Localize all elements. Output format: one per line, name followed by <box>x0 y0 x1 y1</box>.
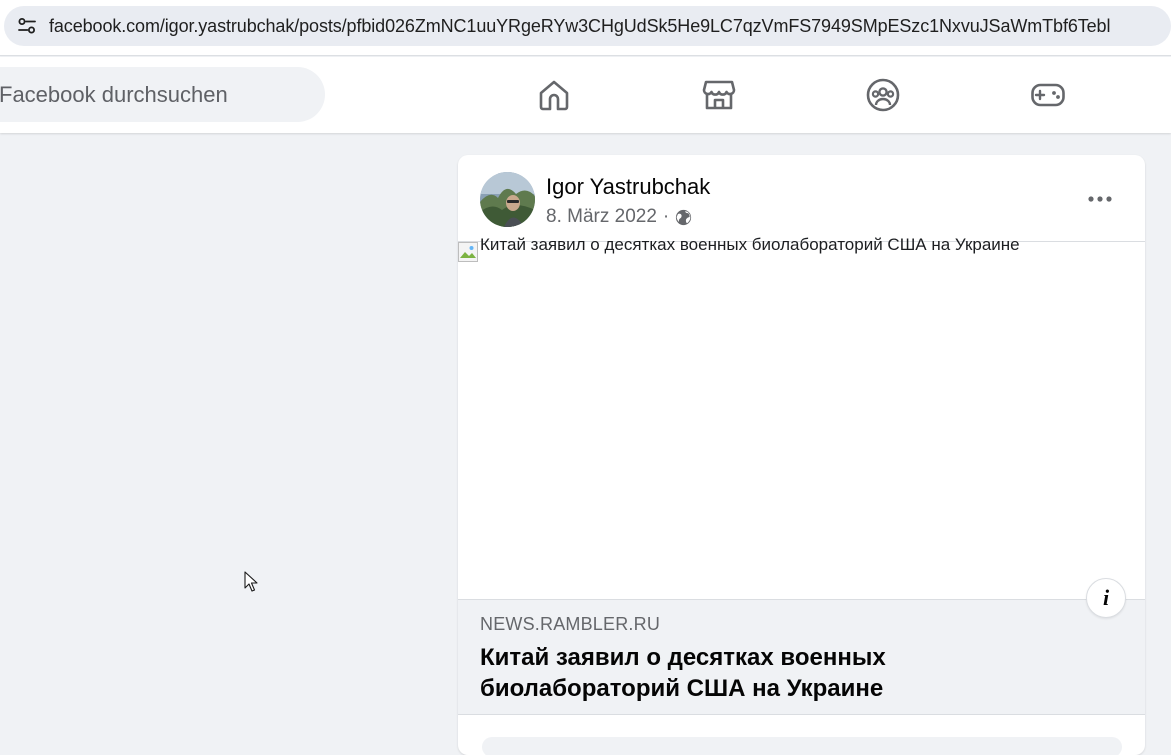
gaming-icon[interactable] <box>1028 77 1068 113</box>
url-text[interactable]: facebook.com/igor.yastrubchak/posts/pfbi… <box>49 16 1110 37</box>
meta-separator: · <box>662 206 670 227</box>
author-name[interactable]: Igor Yastrubchak <box>546 174 710 200</box>
address-bar[interactable]: facebook.com/igor.yastrubchak/posts/pfbi… <box>4 6 1171 46</box>
tune-icon[interactable] <box>13 15 41 37</box>
mouse-cursor-icon <box>244 571 260 593</box>
search-box[interactable] <box>0 67 325 122</box>
comment-bar-placeholder <box>482 737 1122 755</box>
image-alt-text: Китай заявил о десятках военных биолабор… <box>480 235 1020 254</box>
home-icon[interactable] <box>534 77 574 113</box>
more-options-button[interactable] <box>1085 183 1115 213</box>
post-card: Igor Yastrubchak 8. März 2022 · Китай за… <box>458 155 1145 755</box>
browser-toolbar: facebook.com/igor.yastrubchak/posts/pfbi… <box>0 0 1171 56</box>
marketplace-icon[interactable] <box>699 77 739 113</box>
link-title[interactable]: Китай заявил о десятках военных биолабор… <box>480 642 1040 704</box>
post-date[interactable]: 8. März 2022 <box>546 206 657 228</box>
link-domain: NEWS.RAMBLER.RU <box>480 614 661 634</box>
search-input[interactable] <box>0 67 299 122</box>
more-dots-icon <box>1088 189 1112 207</box>
post-media[interactable]: Китай заявил о десятках военных биолабор… <box>458 235 1145 599</box>
broken-image-icon <box>458 242 480 264</box>
facebook-top-nav <box>0 57 1171 133</box>
info-icon: i <box>1102 585 1110 610</box>
globe-icon[interactable] <box>675 209 692 226</box>
groups-icon[interactable] <box>863 77 903 113</box>
avatar[interactable] <box>480 172 535 227</box>
info-button[interactable]: i <box>1086 578 1126 618</box>
post-meta: 8. März 2022 · <box>546 206 692 228</box>
link-preview[interactable]: NEWS.RAMBLER.RU Китай заявил о десятках … <box>458 599 1145 715</box>
